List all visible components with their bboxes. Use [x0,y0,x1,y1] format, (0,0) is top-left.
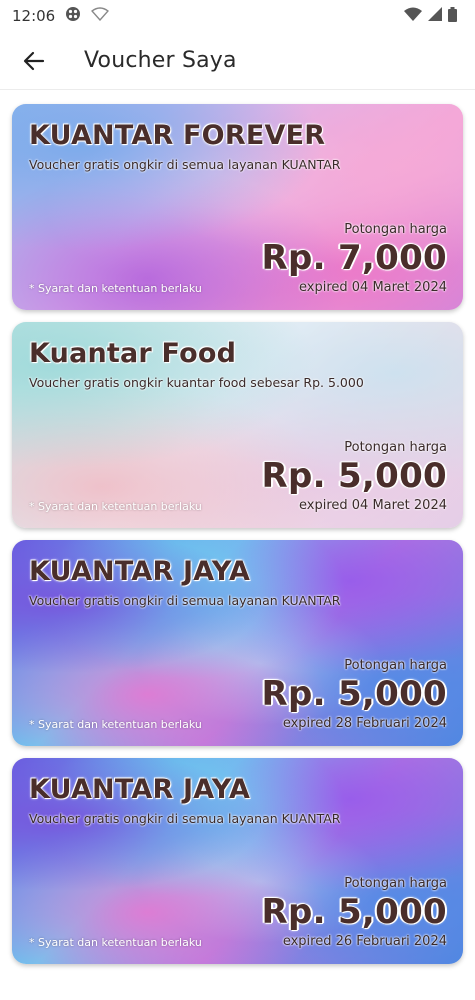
voucher-title: KUANTAR FOREVER [29,120,326,151]
voucher-discount-label: Potongan harga [344,658,447,673]
voucher-discount-label: Potongan harga [344,222,447,237]
voucher-terms: * Syarat dan ketentuan berlaku [29,936,202,949]
voucher-terms: * Syarat dan ketentuan berlaku [29,500,202,513]
wifi-icon [404,7,422,25]
status-left: 12:06 [12,6,110,26]
signal-icon [428,7,442,25]
voucher-title: Kuantar Food [29,338,237,369]
voucher-amount: Rp. 5,000 [261,892,447,932]
voucher-terms: * Syarat dan ketentuan berlaku [29,718,202,731]
voucher-amount: Rp. 5,000 [261,674,447,714]
voucher-description: Voucher gratis ongkir kuantar food sebes… [29,375,364,390]
voucher-card[interactable]: KUANTAR JAYA Voucher gratis ongkir di se… [12,540,463,746]
voucher-card[interactable]: KUANTAR JAYA Voucher gratis ongkir di se… [12,758,463,964]
voucher-title: KUANTAR JAYA [29,774,251,805]
status-right [404,6,457,26]
battery-icon [448,6,457,26]
voucher-expiry: expired 04 Maret 2024 [299,280,447,295]
voucher-title: KUANTAR JAYA [29,556,251,587]
wifi-off-icon [91,7,110,25]
arrow-left-icon [23,51,45,70]
voucher-discount-label: Potongan harga [344,440,447,455]
voucher-amount: Rp. 5,000 [261,456,447,496]
back-button[interactable] [20,47,48,75]
status-time: 12:06 [12,7,56,25]
voucher-card[interactable]: KUANTAR FOREVER Voucher gratis ongkir di… [12,104,463,310]
voucher-description: Voucher gratis ongkir di semua layanan K… [29,811,341,826]
voucher-amount: Rp. 7,000 [261,238,447,278]
voucher-card[interactable]: Kuantar Food Voucher gratis ongkir kuant… [12,322,463,528]
voucher-description: Voucher gratis ongkir di semua layanan K… [29,157,341,172]
voucher-expiry: expired 28 Februari 2024 [282,716,447,731]
status-bar: 12:06 [0,0,475,32]
app-bar: Voucher Saya [0,32,475,90]
app-badge-icon [65,6,81,26]
voucher-list: KUANTAR FOREVER Voucher gratis ongkir di… [12,104,463,976]
voucher-expiry: expired 26 Februari 2024 [282,934,447,949]
voucher-description: Voucher gratis ongkir di semua layanan K… [29,593,341,608]
voucher-terms: * Syarat dan ketentuan berlaku [29,282,202,295]
voucher-discount-label: Potongan harga [344,876,447,891]
page-title: Voucher Saya [84,48,237,73]
voucher-expiry: expired 04 Maret 2024 [299,498,447,513]
